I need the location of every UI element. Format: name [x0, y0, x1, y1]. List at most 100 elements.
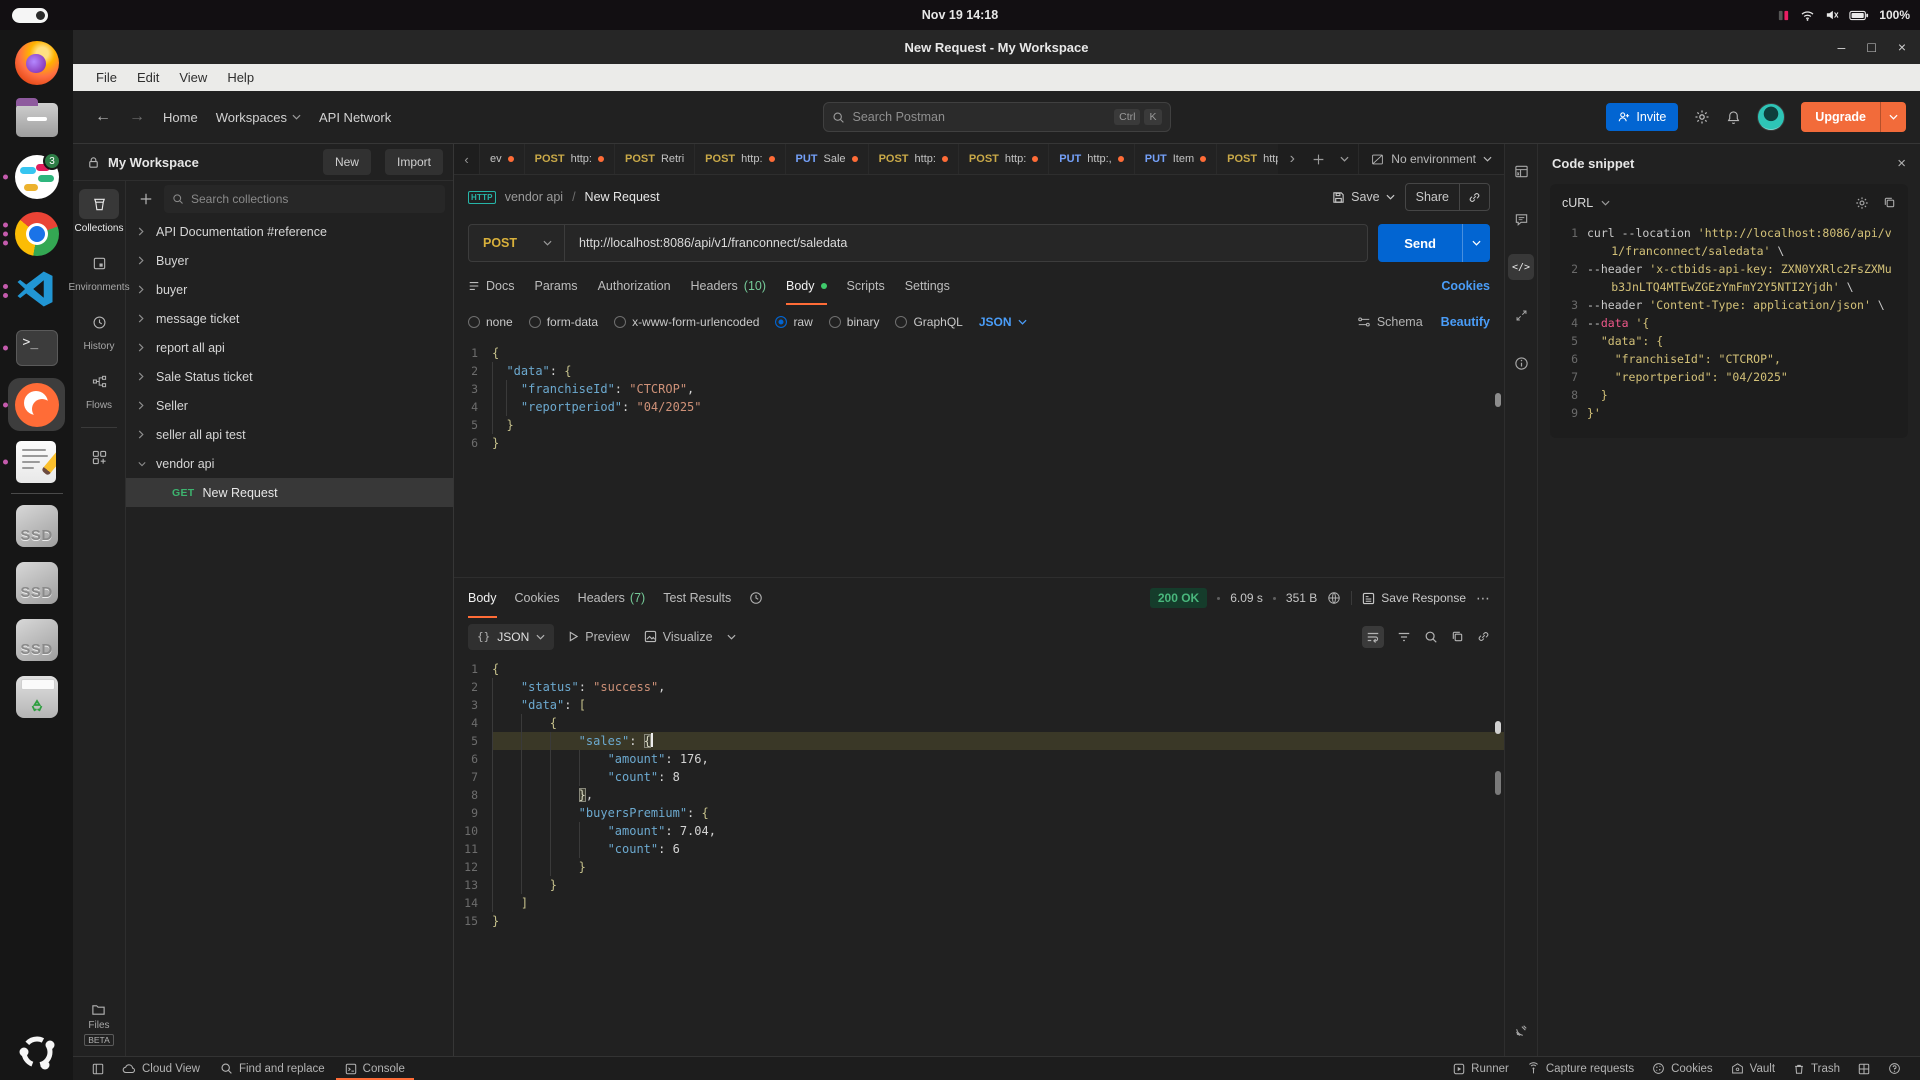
response-time[interactable]: 6.09 s: [1230, 591, 1263, 605]
body-type-x-www-form-urlencoded[interactable]: x-www-form-urlencoded: [614, 315, 759, 329]
response-link-icon[interactable]: [1477, 630, 1490, 643]
collection-vendor-api[interactable]: vendor api: [126, 449, 453, 478]
method-selector[interactable]: POST: [469, 225, 565, 261]
minimize-button[interactable]: –: [1838, 39, 1846, 55]
breadcrumb-collection[interactable]: vendor api: [505, 190, 563, 204]
tab-docs[interactable]: Docs: [468, 267, 514, 305]
collection-seller-all-api-test[interactable]: seller all api test: [126, 420, 453, 449]
maximize-button[interactable]: □: [1867, 39, 1875, 55]
tab-1[interactable]: ev: [480, 144, 525, 174]
statusbar-cloud-view[interactable]: Cloud View: [113, 1057, 209, 1080]
tab-authorization[interactable]: Authorization: [598, 267, 671, 305]
response-tab-cookies[interactable]: Cookies: [515, 578, 560, 618]
dock-item-text-editor[interactable]: [0, 433, 73, 490]
dock-item-trash[interactable]: [0, 668, 73, 725]
window-controls[interactable]: – □ ×: [1838, 30, 1906, 64]
tab-params[interactable]: Params: [534, 267, 577, 305]
snippet-settings-gear-icon[interactable]: [1855, 196, 1869, 210]
new-tab-button[interactable]: [1306, 153, 1330, 166]
sidebar-item-flows[interactable]: Flows: [73, 366, 126, 411]
schema-button[interactable]: Schema: [1357, 315, 1423, 329]
tab-2[interactable]: POSThttp:: [525, 144, 615, 174]
tab-body[interactable]: Body: [786, 267, 827, 305]
response-more-icon[interactable]: ⋯: [1476, 590, 1490, 607]
response-body-editor[interactable]: 1{2"status": "success",3"data": [4{5"sal…: [454, 655, 1504, 1056]
response-format-dropdown[interactable]: {} JSON: [468, 624, 554, 650]
tabs-scroll-right-icon[interactable]: ›: [1280, 150, 1304, 168]
tabs-scroll-left-icon[interactable]: ‹: [454, 144, 480, 174]
menu-file[interactable]: File: [87, 67, 126, 88]
statusbar-runner[interactable]: Runner: [1444, 1057, 1518, 1080]
environment-quicklook-icon[interactable]: [1508, 158, 1534, 184]
filter-icon[interactable]: [1397, 630, 1411, 644]
help-icon[interactable]: [1879, 1057, 1910, 1080]
tab-6[interactable]: POSThttp:: [869, 144, 959, 174]
dock-item-ssd-drive-3[interactable]: SSD: [0, 611, 73, 668]
add-collection-button[interactable]: [132, 185, 160, 213]
dock-item-postman[interactable]: [0, 376, 73, 433]
network-globe-icon[interactable]: [1327, 591, 1341, 605]
menu-edit[interactable]: Edit: [128, 67, 168, 88]
import-button[interactable]: Import: [385, 149, 443, 175]
send-options-chevron-icon[interactable]: [1462, 224, 1490, 262]
tab-3[interactable]: POSTRetri: [615, 144, 695, 174]
new-button[interactable]: New: [323, 149, 371, 175]
response-tab-body[interactable]: Body: [468, 578, 497, 618]
close-button[interactable]: ×: [1898, 39, 1906, 55]
collection-message-ticket[interactable]: message ticket: [126, 304, 453, 333]
body-type-binary[interactable]: binary: [829, 315, 880, 329]
close-panel-icon[interactable]: ×: [1897, 155, 1906, 172]
split-view-icon[interactable]: [1849, 1057, 1879, 1080]
snippet-language-dropdown[interactable]: cURL: [1562, 196, 1593, 210]
search-postman-box[interactable]: Search Postman CtrlK: [823, 102, 1171, 132]
sidebar-item-collections[interactable]: Collections: [73, 189, 126, 234]
dock-item-chrome[interactable]: [0, 205, 73, 262]
radio-raw[interactable]: [775, 316, 787, 328]
response-size[interactable]: 351 B: [1286, 591, 1317, 605]
response-editor-scrollbar[interactable]: [1495, 771, 1501, 795]
copy-response-icon[interactable]: [1451, 630, 1464, 643]
dock-item-files[interactable]: [0, 91, 73, 148]
collection-buyer[interactable]: buyer: [126, 275, 453, 304]
postbot-satellite-icon[interactable]: [1508, 1018, 1534, 1044]
collection-buyer[interactable]: Buyer: [126, 246, 453, 275]
statusbar-trash[interactable]: Trash: [1784, 1057, 1849, 1080]
statusbar-find-and-replace[interactable]: Find and replace: [211, 1057, 334, 1080]
tab-4[interactable]: POSThttp:: [695, 144, 785, 174]
tab-headers[interactable]: Headers(10): [691, 267, 766, 305]
forward-button[interactable]: →: [129, 108, 145, 126]
workspace-name[interactable]: My Workspace: [108, 155, 309, 170]
radio-x-www-form-urlencoded[interactable]: [614, 316, 626, 328]
response-tab-headers[interactable]: Headers(7): [578, 578, 646, 618]
statusbar-cookies[interactable]: Cookies: [1643, 1057, 1722, 1080]
window-titlebar[interactable]: New Request - My Workspace –□×: [73, 30, 1920, 64]
copy-link-icon[interactable]: [1459, 184, 1489, 210]
beautify-button[interactable]: Beautify: [1441, 315, 1490, 329]
search-response-icon[interactable]: [1424, 630, 1438, 644]
request-editor-scrollbar[interactable]: [1495, 393, 1501, 407]
body-type-raw[interactable]: raw: [775, 315, 812, 329]
save-button[interactable]: Save: [1332, 190, 1395, 204]
cookies-link[interactable]: Cookies: [1441, 279, 1490, 293]
dock-item-slack[interactable]: 3: [0, 148, 73, 205]
visualize-chevron-icon[interactable]: [727, 634, 736, 640]
response-tab-test-results[interactable]: Test Results: [663, 578, 731, 618]
status-badge[interactable]: 200 OK: [1150, 588, 1207, 608]
breadcrumb-request[interactable]: New Request: [585, 190, 660, 204]
curl-code[interactable]: 1curl --location 'http://localhost:8086/…: [1562, 224, 1896, 422]
response-history-clock-icon[interactable]: [749, 591, 763, 605]
tab-scripts[interactable]: Scripts: [847, 267, 885, 305]
request-body-editor[interactable]: 1{2"data": {3"franchiseId": "CTCROP",4"r…: [454, 339, 1504, 577]
dock-item-firefox[interactable]: [0, 34, 73, 91]
upgrade-chevron-icon[interactable]: [1880, 102, 1906, 132]
sidebar-item-environments[interactable]: Environments: [73, 248, 126, 293]
user-avatar[interactable]: [1757, 103, 1785, 131]
dock-item-show-apps[interactable]: [0, 1023, 73, 1080]
collection-sale-status-ticket[interactable]: Sale Status ticket: [126, 362, 453, 391]
invite-button[interactable]: Invite: [1606, 103, 1678, 131]
visualize-button[interactable]: Visualize: [644, 630, 713, 644]
tab-8[interactable]: PUThttp:,: [1049, 144, 1134, 174]
radio-form-data[interactable]: [529, 316, 541, 328]
body-language-dropdown[interactable]: JSON: [979, 315, 1027, 329]
system-clock[interactable]: Nov 19 14:18: [922, 8, 998, 22]
